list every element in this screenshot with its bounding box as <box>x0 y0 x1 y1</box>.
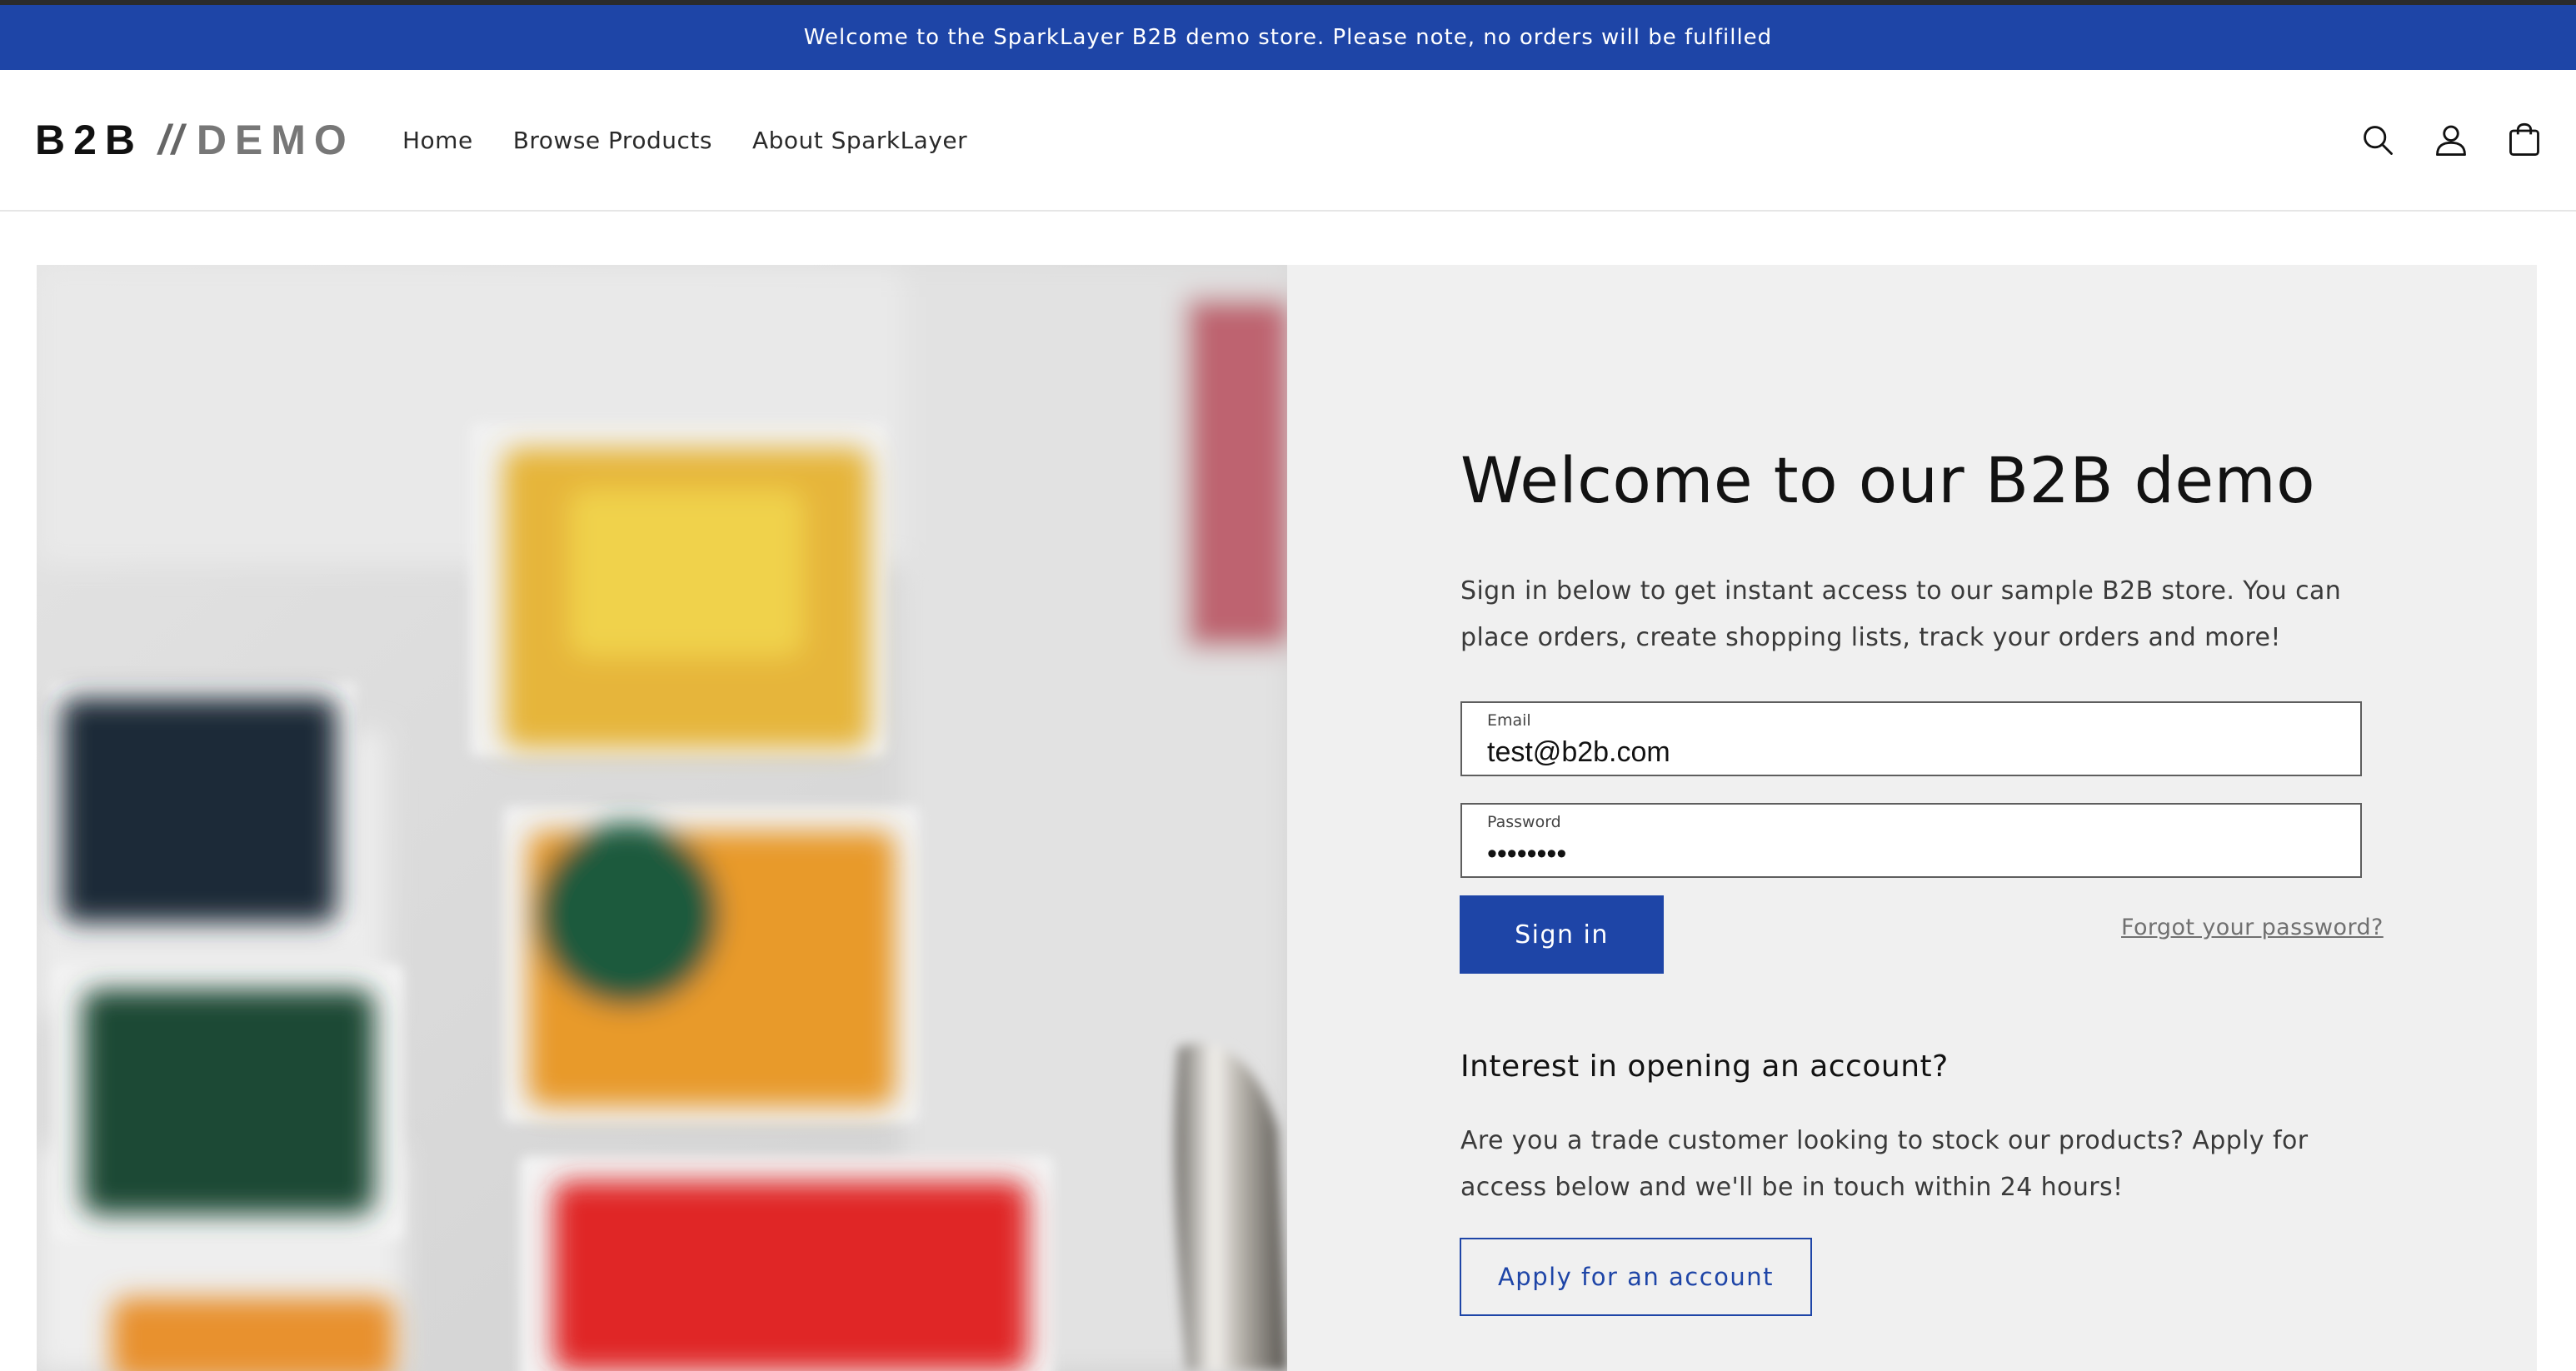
main-nav: Home Browse Products About SparkLayer <box>402 112 1007 168</box>
password-input[interactable] <box>1487 836 2304 871</box>
hero-image <box>37 265 1287 1371</box>
apply-description: Are you a trade customer looking to stoc… <box>1460 1126 2309 1202</box>
nav-about-sparklayer[interactable]: About SparkLayer <box>752 127 967 154</box>
cart-button[interactable] <box>2503 118 2546 162</box>
page-title: Welcome to our B2B demo <box>1460 443 2316 517</box>
apply-heading: Interest in opening an account? <box>1460 1049 1949 1084</box>
search-icon <box>2364 126 2393 155</box>
cart-icon <box>2509 122 2539 157</box>
announcement-bar: Welcome to the SparkLayer B2B demo store… <box>0 5 2576 70</box>
email-label: Email <box>1487 711 1531 730</box>
login-panel: Welcome to our B2B demo Sign in below to… <box>1287 265 2537 1371</box>
nav-browse-products[interactable]: Browse Products <box>513 127 712 154</box>
site-header: B2B // DEMO Home Browse Products About S… <box>0 70 2576 212</box>
password-label: Password <box>1487 813 1561 831</box>
apply-account-button[interactable]: Apply for an account <box>1460 1238 1812 1316</box>
account-button[interactable] <box>2429 118 2473 162</box>
email-field[interactable]: Email <box>1460 701 2362 776</box>
header-icons <box>2326 112 2546 168</box>
logo-secondary: DEMO <box>196 117 355 163</box>
logo-separator: // <box>158 117 185 163</box>
logo-primary: B2B <box>35 117 144 163</box>
watercolor-palette-image <box>37 265 1287 1371</box>
email-input[interactable] <box>1487 735 2304 770</box>
sign-in-button[interactable]: Sign in <box>1460 895 1664 974</box>
search-button[interactable] <box>2356 118 2399 162</box>
announcement-text: Welcome to the SparkLayer B2B demo store… <box>803 25 1773 50</box>
password-field[interactable]: Password <box>1460 803 2362 878</box>
login-intro: Sign in below to get instant access to o… <box>1460 576 2342 652</box>
site-logo[interactable]: B2B // DEMO <box>35 112 355 168</box>
account-icon <box>2436 125 2466 157</box>
forgot-password-link[interactable]: Forgot your password? <box>2121 915 2384 940</box>
nav-home[interactable]: Home <box>402 127 473 154</box>
